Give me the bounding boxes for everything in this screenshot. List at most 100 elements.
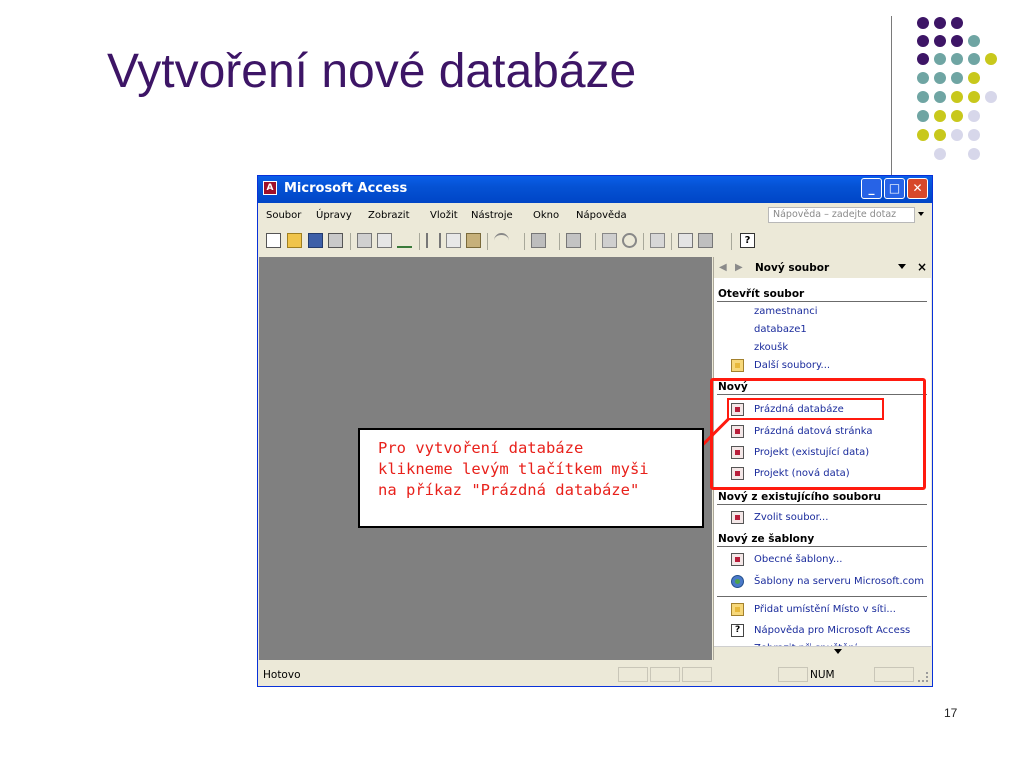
decor-dot — [934, 148, 946, 160]
annotation-callout: Pro vytvoření databáze klikneme levým tl… — [358, 428, 704, 528]
paste-icon[interactable] — [466, 233, 481, 248]
callout-line: na příkaz "Prázdná databáze" — [378, 481, 640, 499]
new-icon[interactable] — [266, 233, 281, 248]
decor-dot — [934, 35, 946, 47]
copy-icon[interactable] — [446, 233, 461, 248]
decor-dot — [934, 91, 946, 103]
decor-dot — [917, 35, 929, 47]
menu-upravy[interactable]: Úpravy — [316, 210, 352, 221]
decor-dot — [951, 53, 963, 65]
decor-dot — [968, 72, 980, 84]
properties-icon[interactable] — [650, 233, 665, 248]
callout-text: Pro vytvoření databáze klikneme levým tl… — [378, 438, 649, 501]
decor-dot — [951, 72, 963, 84]
toolbar-separator — [643, 233, 644, 250]
menu-zobrazit[interactable]: Zobrazit — [368, 210, 410, 221]
help-question-input[interactable]: Nápověda – zadejte dotaz — [768, 207, 915, 223]
code-icon[interactable] — [602, 233, 617, 248]
help-icon[interactable]: ? — [740, 233, 755, 248]
toolbar-separator — [419, 233, 420, 250]
section-open-heading: Otevřít soubor — [718, 288, 805, 300]
decor-dot — [917, 72, 929, 84]
back-arrow-icon[interactable]: ◀ — [719, 262, 727, 273]
status-cell — [874, 667, 914, 682]
analyze-icon[interactable] — [531, 233, 546, 248]
slide-title: Vytvoření nové databáze — [107, 45, 637, 98]
chevron-down-icon[interactable] — [898, 264, 906, 269]
section-divider — [717, 546, 927, 547]
general-templates-icon — [731, 553, 744, 566]
status-bar: Hotovo NUM — [258, 664, 932, 686]
decor-dot — [934, 17, 946, 29]
section-divider — [717, 301, 927, 302]
new-object-icon[interactable] — [698, 233, 713, 248]
callout-line: klikneme levým tlačítkem myši — [378, 460, 649, 478]
maximize-button[interactable]: □ — [884, 178, 905, 199]
decor-dot — [985, 91, 997, 103]
cut-icon[interactable] — [426, 233, 441, 248]
save-icon[interactable] — [308, 233, 323, 248]
resize-grip[interactable] — [918, 672, 928, 682]
decor-dot — [951, 91, 963, 103]
num-lock-indicator: NUM — [810, 669, 835, 681]
toolbar-separator — [524, 233, 525, 250]
task-pane-title: Nový soubor — [755, 262, 830, 274]
toolbar-separator — [487, 233, 488, 250]
close-icon[interactable]: × — [917, 260, 927, 274]
choose-file-link[interactable]: Zvolit soubor... — [754, 512, 828, 523]
title-bar[interactable]: A Microsoft Access _ □ ✕ — [258, 176, 932, 203]
section-templates-heading: Nový ze šablony — [718, 533, 815, 545]
close-button[interactable]: ✕ — [907, 178, 928, 199]
recent-file-link[interactable]: zamestnanci — [754, 306, 817, 317]
decor-dot — [951, 35, 963, 47]
recent-file-link[interactable]: databaze1 — [754, 324, 807, 335]
search-icon[interactable] — [328, 233, 343, 248]
menu-soubor[interactable]: Soubor — [266, 210, 301, 221]
spelling-icon[interactable] — [397, 233, 412, 248]
more-files-link[interactable]: Další soubory... — [754, 360, 830, 371]
decor-dot — [968, 91, 980, 103]
minimize-button[interactable]: _ — [861, 178, 882, 199]
general-templates-link[interactable]: Obecné šablony... — [754, 554, 843, 565]
menu-okno[interactable]: Okno — [533, 210, 559, 221]
menu-nastroje[interactable]: Nástroje — [471, 210, 513, 221]
print-preview-icon[interactable] — [377, 233, 392, 248]
menu-vlozit[interactable]: Vložit — [430, 210, 458, 221]
office-links-icon[interactable] — [566, 233, 581, 248]
recent-file-link[interactable]: zkoušk — [754, 342, 788, 353]
add-network-place-link[interactable]: Přidat umístění Místo v síti... — [754, 604, 896, 615]
toolbar: ? — [258, 227, 932, 255]
access-help-link[interactable]: Nápověda pro Microsoft Access — [754, 625, 910, 636]
forward-arrow-icon[interactable]: ▶ — [735, 262, 743, 273]
decor-dot — [968, 148, 980, 160]
menu-napoveda[interactable]: Nápověda — [576, 210, 627, 221]
decor-dot — [985, 53, 997, 65]
task-pane-scroll[interactable] — [714, 646, 931, 660]
script-icon[interactable] — [622, 233, 637, 248]
status-cell — [682, 667, 712, 682]
callout-line: Pro vytvoření databáze — [378, 439, 584, 457]
page-number: 17 — [944, 706, 958, 720]
open-icon[interactable] — [287, 233, 302, 248]
print-icon[interactable] — [357, 233, 372, 248]
menu-bar: Soubor Úpravy Zobrazit Vložit Nástroje O… — [258, 204, 932, 226]
relationships-icon[interactable] — [678, 233, 693, 248]
toolbar-separator — [731, 233, 732, 250]
help-icon: ? — [731, 624, 744, 637]
online-templates-link[interactable]: Šablony na serveru Microsoft.com — [754, 576, 924, 587]
highlight-new-section — [710, 378, 926, 490]
status-cell — [618, 667, 648, 682]
decor-dot — [917, 129, 929, 141]
decor-dot — [917, 53, 929, 65]
chevron-down-icon[interactable] — [918, 212, 924, 216]
toolbar-separator — [559, 233, 560, 250]
network-place-icon — [731, 603, 744, 616]
decor-dot — [917, 110, 929, 122]
toolbar-separator — [671, 233, 672, 250]
decor-dot — [968, 35, 980, 47]
decor-dot — [968, 53, 980, 65]
undo-icon[interactable] — [494, 233, 509, 248]
access-key-icon: A — [263, 181, 277, 195]
scroll-down-icon[interactable] — [834, 649, 842, 654]
decor-dot — [951, 17, 963, 29]
